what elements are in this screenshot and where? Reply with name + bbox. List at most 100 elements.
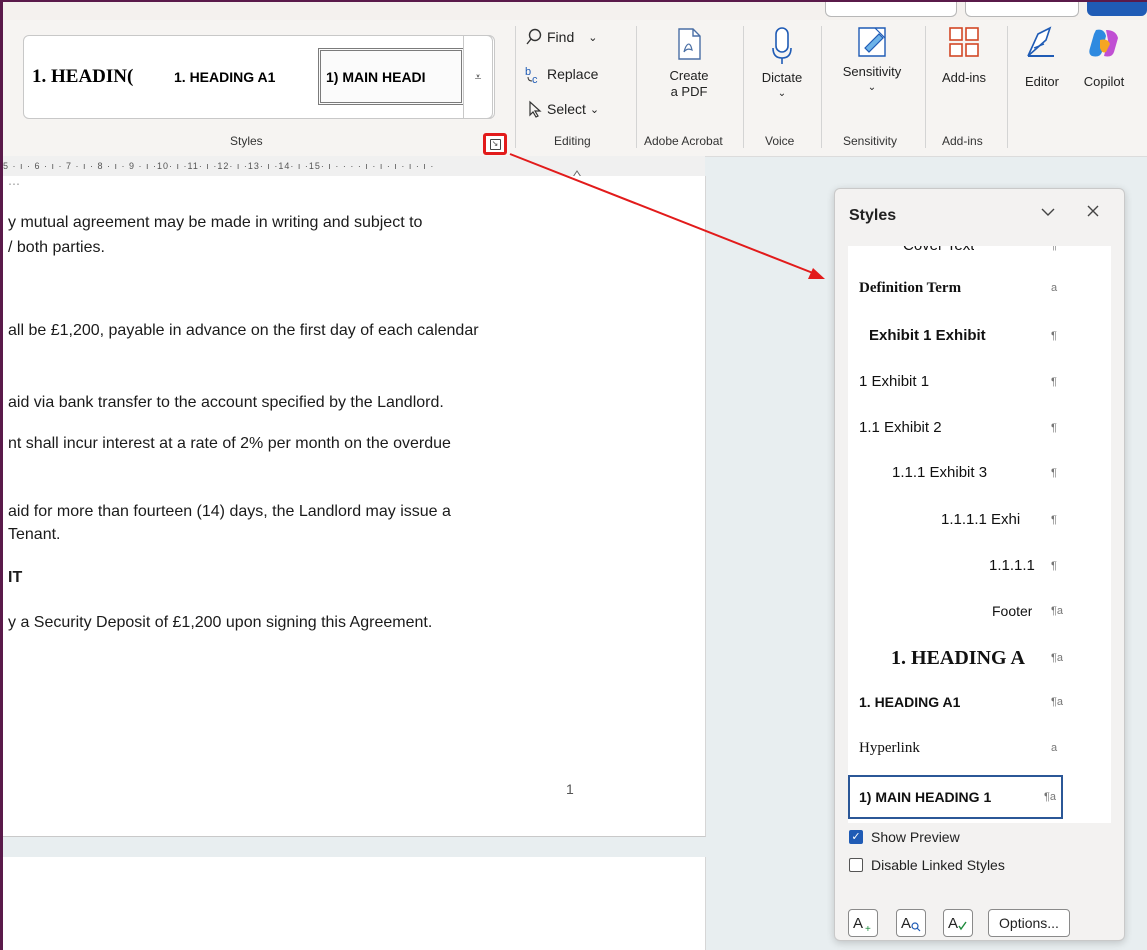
style-list-item[interactable]: 1.1 Exhibit 2 ¶ [848, 408, 1111, 448]
style-list-item[interactable]: 1 Exhibit 1 ¶ [848, 362, 1111, 402]
sensitivity-button[interactable]: Sensitivity ⌄ [829, 24, 915, 96]
select-label: Select [547, 101, 586, 117]
style-list-item[interactable]: 1.1.1 Exhibit 3 ¶ [848, 453, 1111, 493]
replace-button[interactable]: bc Replace [525, 64, 598, 84]
add-ins-button[interactable]: Add-ins [931, 26, 997, 86]
style-list-item[interactable]: Footer ¶a [848, 591, 1111, 631]
dialog-launcher-icon: ↘ [489, 138, 501, 150]
style-list-item[interactable]: Cover Text ¶ [848, 246, 1111, 266]
disable-linked-styles-checkbox[interactable] [849, 858, 863, 872]
document-heading: IT [8, 569, 23, 586]
group-label-sensitivity: Sensitivity [843, 134, 898, 148]
find-button[interactable]: Find ⌄ [525, 28, 597, 46]
title-bar-control[interactable] [965, 2, 1079, 17]
style-list-item[interactable]: 1.1.1.1 ¶ [848, 546, 1111, 586]
style-list-item[interactable]: Definition Term a [848, 268, 1111, 308]
style-type-mark: ¶a [1044, 791, 1057, 803]
add-ins-grid-icon [949, 27, 979, 57]
document-line: nt shall incur interest at a rate of 2% … [8, 435, 451, 452]
page-number: 1 [566, 781, 574, 797]
manage-styles-button[interactable]: A [943, 909, 973, 937]
style-type-mark: ¶a [1051, 696, 1064, 708]
horizontal-ruler[interactable]: 5 · ı · 6 · ı · 7 · ı · 8 · ı · 9 · ı ·1… [3, 156, 705, 176]
style-list-item[interactable]: Exhibit 1 Exhibit ¶ [848, 316, 1111, 356]
add-ins-label: Add-ins [941, 70, 987, 85]
svg-text:A: A [901, 915, 911, 932]
options-button[interactable]: Options... [988, 909, 1070, 937]
style-inspector-button[interactable]: A [896, 909, 926, 937]
group-divider [515, 26, 516, 148]
styles-dialog-launcher-button[interactable]: ↘ [483, 133, 507, 155]
style-name: 1 Exhibit 1 [859, 373, 930, 390]
dictate-button[interactable]: Dictate ⌄ [753, 26, 811, 102]
chevron-down-icon: ⌄ [588, 31, 598, 44]
style-type-mark: ¶ [1051, 560, 1057, 572]
create-pdf-label: Create a PDF [669, 68, 709, 99]
group-divider [1007, 26, 1008, 148]
pane-close-button[interactable] [1085, 203, 1101, 224]
new-style-icon: A + [853, 915, 871, 933]
checkmark-icon: ✓ [851, 831, 861, 843]
style-name: 1. HEADING A [891, 647, 1025, 669]
cursor-arrow-icon [529, 100, 542, 118]
title-bar-control[interactable] [825, 2, 957, 17]
show-preview-label: Show Preview [871, 829, 960, 845]
style-type-mark: ¶ [1051, 376, 1057, 388]
style-gallery-item[interactable]: 1. HEADING A1 [174, 48, 314, 105]
title-bar [3, 2, 1147, 20]
replace-label: Replace [547, 66, 599, 82]
chevron-down-icon: ⌄ [777, 88, 787, 99]
style-type-mark: ¶ [1051, 514, 1057, 526]
show-preview-checkbox[interactable]: ✓ [849, 830, 863, 844]
chevron-down-icon: ⌄ [589, 103, 600, 116]
style-name: Cover Text [903, 246, 974, 266]
disable-linked-styles-label: Disable Linked Styles [871, 857, 1005, 873]
gallery-more-button[interactable]: ⩡ [463, 35, 493, 119]
group-label-add-ins: Add-ins [942, 134, 983, 148]
styles-pane: Styles Cover Text ¶ Definition Term a Exhi… [834, 188, 1125, 941]
style-list-item[interactable]: 1.1.1.1 Exhi ¶ [848, 500, 1111, 540]
find-label: Find [547, 29, 575, 45]
style-name: Footer [992, 603, 1033, 619]
new-style-button[interactable]: A + [848, 909, 878, 937]
document-page[interactable]: ⋯ y mutual agreement may be made in writ… [3, 176, 706, 837]
style-list[interactable]: Cover Text ¶ Definition Term a Exhibit 1 E… [848, 246, 1111, 823]
style-name: 1.1.1 Exhibit 3 [892, 464, 988, 481]
close-icon [1087, 205, 1099, 217]
sensitivity-label: Sensitivity [842, 64, 902, 79]
copilot-button[interactable]: Copilot [1073, 26, 1135, 90]
group-label-styles: Styles [230, 134, 263, 148]
document-line: Tenant. [8, 526, 61, 543]
copilot-icon [1089, 29, 1118, 57]
style-type-mark: ¶a [1051, 605, 1064, 617]
group-divider [821, 26, 822, 148]
svg-text:+: + [865, 924, 871, 933]
chevron-down-icon: ⩡ [474, 69, 482, 84]
group-label-adobe: Adobe Acrobat [644, 134, 723, 148]
style-list-item[interactable]: 1. HEADING A ¶a [848, 638, 1111, 678]
style-gallery-item-selected[interactable]: 1) MAIN HEADI [318, 48, 464, 105]
document-page-next[interactable] [3, 857, 706, 950]
editor-button[interactable]: Editor [1011, 26, 1073, 90]
group-divider [743, 26, 744, 148]
create-pdf-button[interactable]: Create a PDF [649, 28, 729, 100]
style-type-mark: ¶ [1051, 246, 1057, 252]
share-button[interactable] [1087, 2, 1147, 16]
editor-label: Editor [1025, 74, 1059, 89]
style-type-mark: ¶a [1051, 652, 1064, 664]
document-line: aid via bank transfer to the account spe… [8, 394, 444, 411]
style-name: 1) MAIN HEADING 1 [859, 789, 992, 805]
document-line: y a Security Deposit of £1,200 upon sign… [8, 614, 433, 631]
style-list-item[interactable]: Hyperlink a [848, 728, 1111, 768]
document-line: / both parties. [8, 239, 105, 256]
style-gallery-item[interactable]: 1. HEADIN( [32, 48, 170, 105]
style-name: Exhibit 1 Exhibit [869, 327, 986, 344]
pane-options-button[interactable] [1039, 203, 1057, 226]
style-name: 1.1 Exhibit 2 [859, 419, 942, 436]
group-label-voice: Voice [765, 134, 795, 148]
document-line: y mutual agreement may be made in writin… [8, 214, 423, 231]
style-list-item[interactable]: 1. HEADING A1 ¶a [848, 682, 1111, 722]
select-button[interactable]: Select ⌄ [527, 100, 599, 118]
style-list-item-selected[interactable]: 1) MAIN HEADING 1 ¶a [848, 775, 1063, 819]
group-divider [636, 26, 637, 148]
